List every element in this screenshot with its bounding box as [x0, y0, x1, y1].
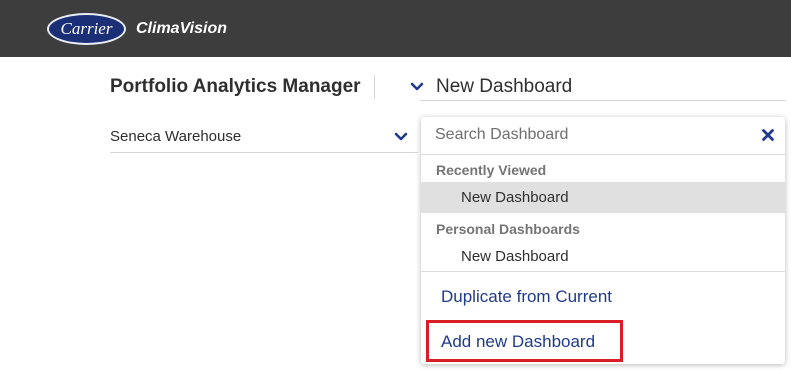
- menu-divider: [421, 271, 785, 272]
- group-label-personal-dashboards: Personal Dashboards: [436, 221, 580, 237]
- group-label-recently-viewed: Recently Viewed: [436, 162, 547, 178]
- site-chevron-down-icon[interactable]: [393, 130, 409, 144]
- duplicate-from-current-button[interactable]: Duplicate from Current: [441, 286, 612, 308]
- chevron-down-icon[interactable]: [409, 80, 425, 94]
- dashboard-selector-underline: [420, 100, 786, 101]
- dropdown-option[interactable]: New Dashboard: [421, 182, 785, 213]
- brand-name: ClimaVision: [136, 20, 227, 37]
- site-selector-underline: [110, 152, 418, 153]
- page-title: Portfolio Analytics Manager: [110, 76, 361, 97]
- close-icon[interactable]: [761, 128, 775, 142]
- search-row: [421, 117, 785, 155]
- dropdown-option[interactable]: New Dashboard: [421, 241, 785, 272]
- site-selector[interactable]: Seneca Warehouse: [110, 128, 241, 146]
- top-bar: Carrier ClimaVision: [0, 0, 791, 57]
- search-input[interactable]: [435, 124, 735, 146]
- current-dashboard-selector[interactable]: New Dashboard: [436, 76, 572, 98]
- carrier-logo: Carrier: [47, 13, 126, 45]
- highlight-box: [426, 320, 623, 362]
- title-divider: [374, 75, 375, 99]
